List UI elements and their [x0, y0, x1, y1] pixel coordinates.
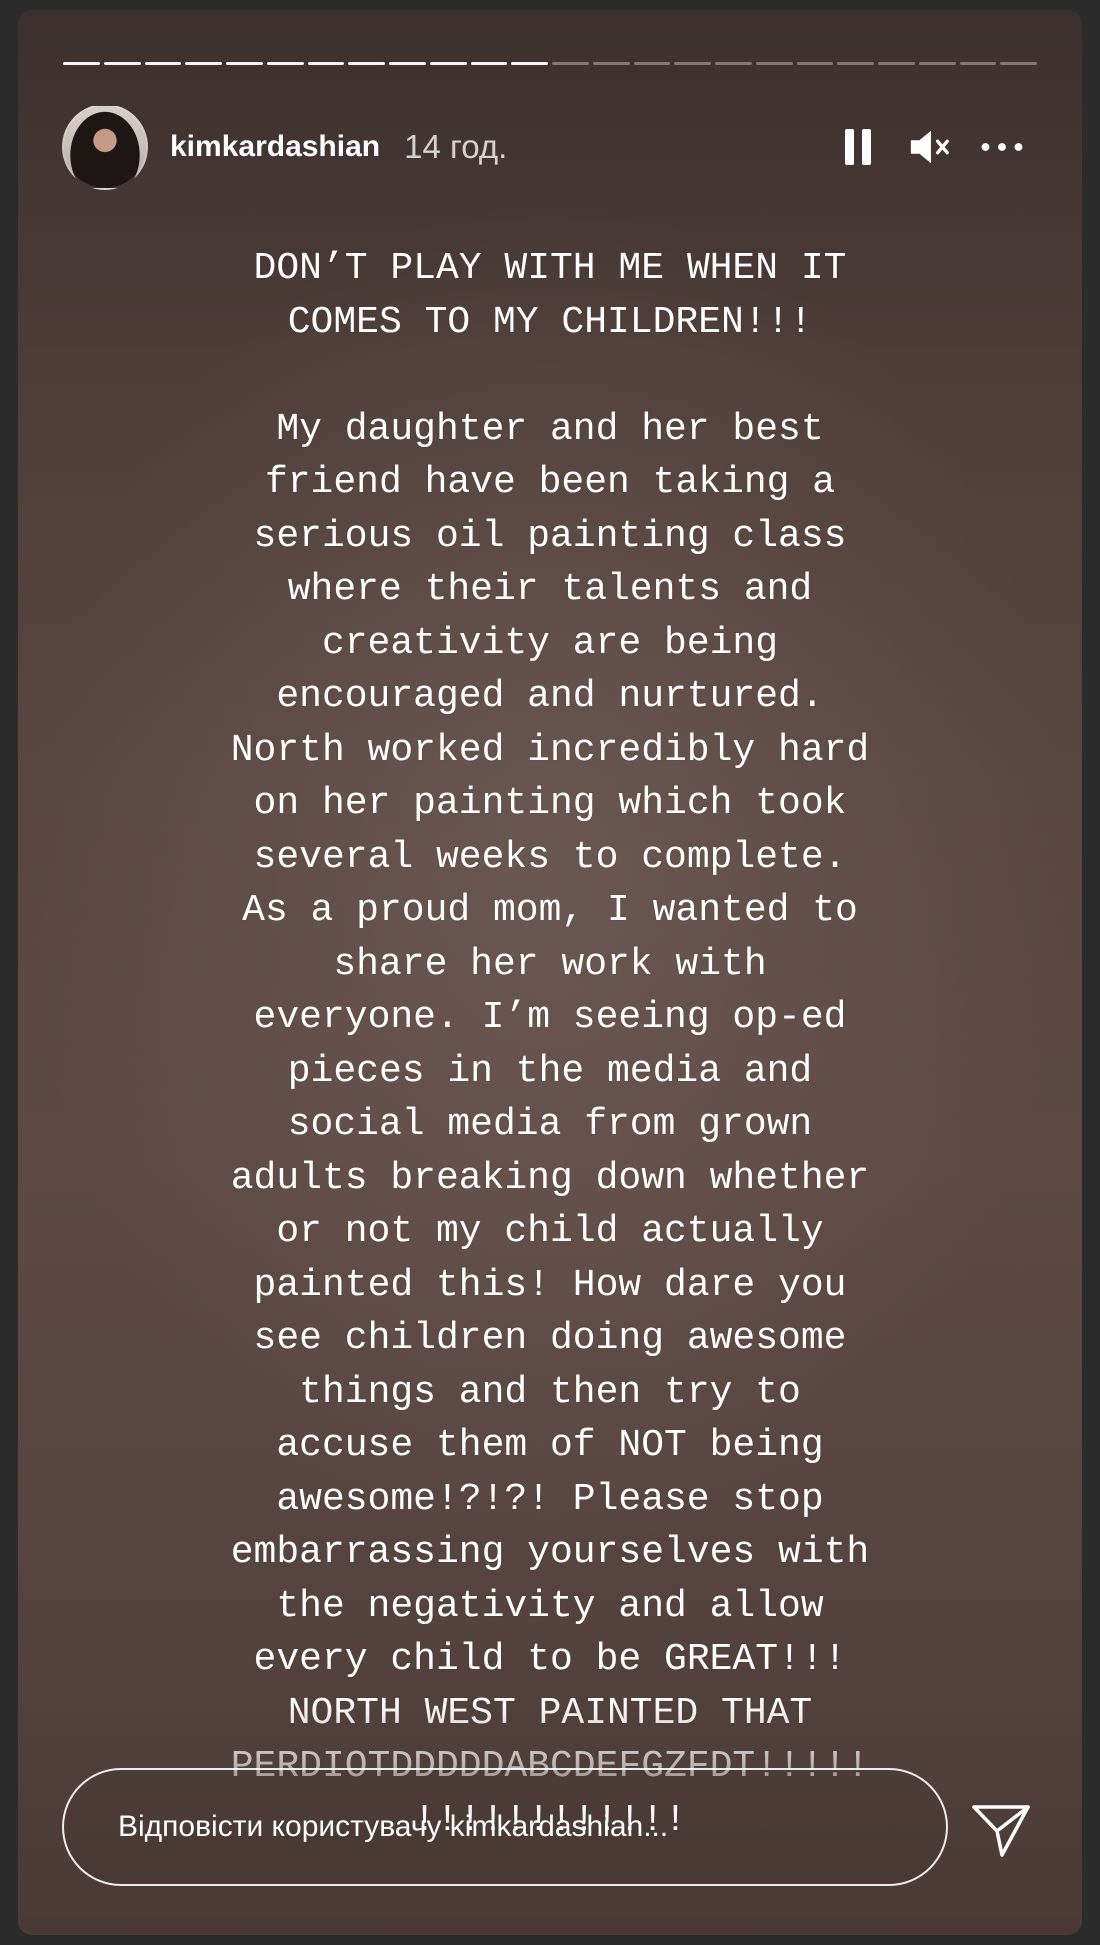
- progress-segment: [592, 62, 630, 65]
- pause-button[interactable]: [836, 125, 880, 169]
- progress-segment: [1000, 62, 1037, 65]
- reply-input[interactable]: Відповісти користувачу kimkardashian...: [62, 1768, 948, 1886]
- progress-segment: [755, 62, 793, 65]
- progress-segment: [715, 62, 752, 65]
- story-body-line: share her work with: [333, 942, 767, 986]
- story-body-line: everyone. I’m seeing op-ed: [253, 996, 847, 1039]
- progress-segment: [144, 62, 182, 65]
- mute-button[interactable]: [908, 125, 952, 169]
- story-body-line: on her painting which took: [253, 782, 847, 825]
- progress-segment: [103, 62, 141, 65]
- progress-segment: [429, 62, 467, 65]
- story-body-line: where their talents and: [287, 568, 813, 611]
- story-body-line: embarrassing yourselves with: [230, 1531, 870, 1574]
- send-button[interactable]: [966, 1798, 1036, 1862]
- progress-segment: [307, 62, 345, 65]
- story-body-line: several weeks to complete.: [253, 835, 847, 879]
- more-options-button[interactable]: [980, 125, 1024, 169]
- progress-segment: [674, 62, 711, 65]
- avatar[interactable]: [62, 104, 148, 190]
- story-body-line: friend have been taking a: [264, 461, 836, 504]
- paper-plane-icon: [972, 1805, 1030, 1857]
- story-body-line: NORTH WEST PAINTED THAT: [287, 1691, 813, 1735]
- story-body-line: see children doing awesome: [253, 1317, 847, 1360]
- story-body-line: awesome!?!?! Please stop: [276, 1477, 824, 1521]
- username[interactable]: kimkardashian: [170, 130, 380, 164]
- story-body-line: pieces in the media and: [287, 1049, 813, 1093]
- more-options-icon: [981, 143, 1023, 151]
- story-body-line: painted this! How dare you: [253, 1263, 847, 1307]
- story-heading-line: COMES TO MY CHILDREN!!!: [287, 300, 813, 344]
- post-time: 14 год.: [404, 128, 508, 165]
- progress-segment: [470, 62, 508, 65]
- story-body-line: every child to be GREAT!!!: [253, 1638, 847, 1681]
- story-body-line: North worked incredibly hard: [230, 728, 870, 772]
- story-body-line: accuse them of NOT being: [276, 1424, 824, 1467]
- pause-icon: [845, 129, 871, 165]
- progress-segment: [959, 62, 997, 65]
- story-body-line: adults breaking down whether: [230, 1156, 870, 1200]
- progress-segment: [389, 62, 426, 65]
- story-body-line: encouraged and nurtured.: [276, 675, 824, 718]
- progress-segment: [63, 62, 100, 65]
- story-body-line: social media from grown: [287, 1103, 813, 1146]
- story-body-line: My daughter and her best: [276, 407, 824, 451]
- progress-segment: [878, 62, 915, 65]
- story-body-line: serious oil painting class: [253, 514, 847, 558]
- story-body-line: the negativity and allow: [276, 1584, 824, 1628]
- story-body-line: As a proud mom, I wanted to: [242, 889, 858, 932]
- story-body-line: creativity are being: [321, 621, 779, 665]
- story-viewer[interactable]: kimkardashian 14 год. DON’T PLAY WITH ME…: [18, 10, 1082, 1935]
- progress-segment: [185, 62, 222, 65]
- progress-segment: [837, 62, 874, 65]
- story-heading-line: DON’T PLAY WITH ME WHEN IT: [253, 247, 847, 290]
- progress-segment: [796, 62, 834, 65]
- reply-placeholder: Відповісти користувачу kimkardashian...: [118, 1810, 669, 1843]
- progress-segment: [266, 62, 304, 65]
- story-header: kimkardashian 14 год.: [62, 104, 1038, 190]
- progress-segment: [226, 62, 263, 65]
- progress-segment: [918, 62, 956, 65]
- mute-icon: [910, 130, 949, 164]
- progress-segment: [552, 62, 589, 65]
- story-body-line: or not my child actually: [276, 1210, 824, 1253]
- story-controls: [836, 125, 1024, 169]
- story-text: DON’T PLAY WITH ME WHEN IT COMES TO MY CH…: [138, 242, 962, 1847]
- story-body-line: things and then try to: [299, 1370, 801, 1414]
- progress-segment: [348, 62, 385, 65]
- story-progress-bar: [63, 62, 1037, 66]
- progress-segment: [511, 62, 548, 65]
- progress-segment: [633, 62, 671, 65]
